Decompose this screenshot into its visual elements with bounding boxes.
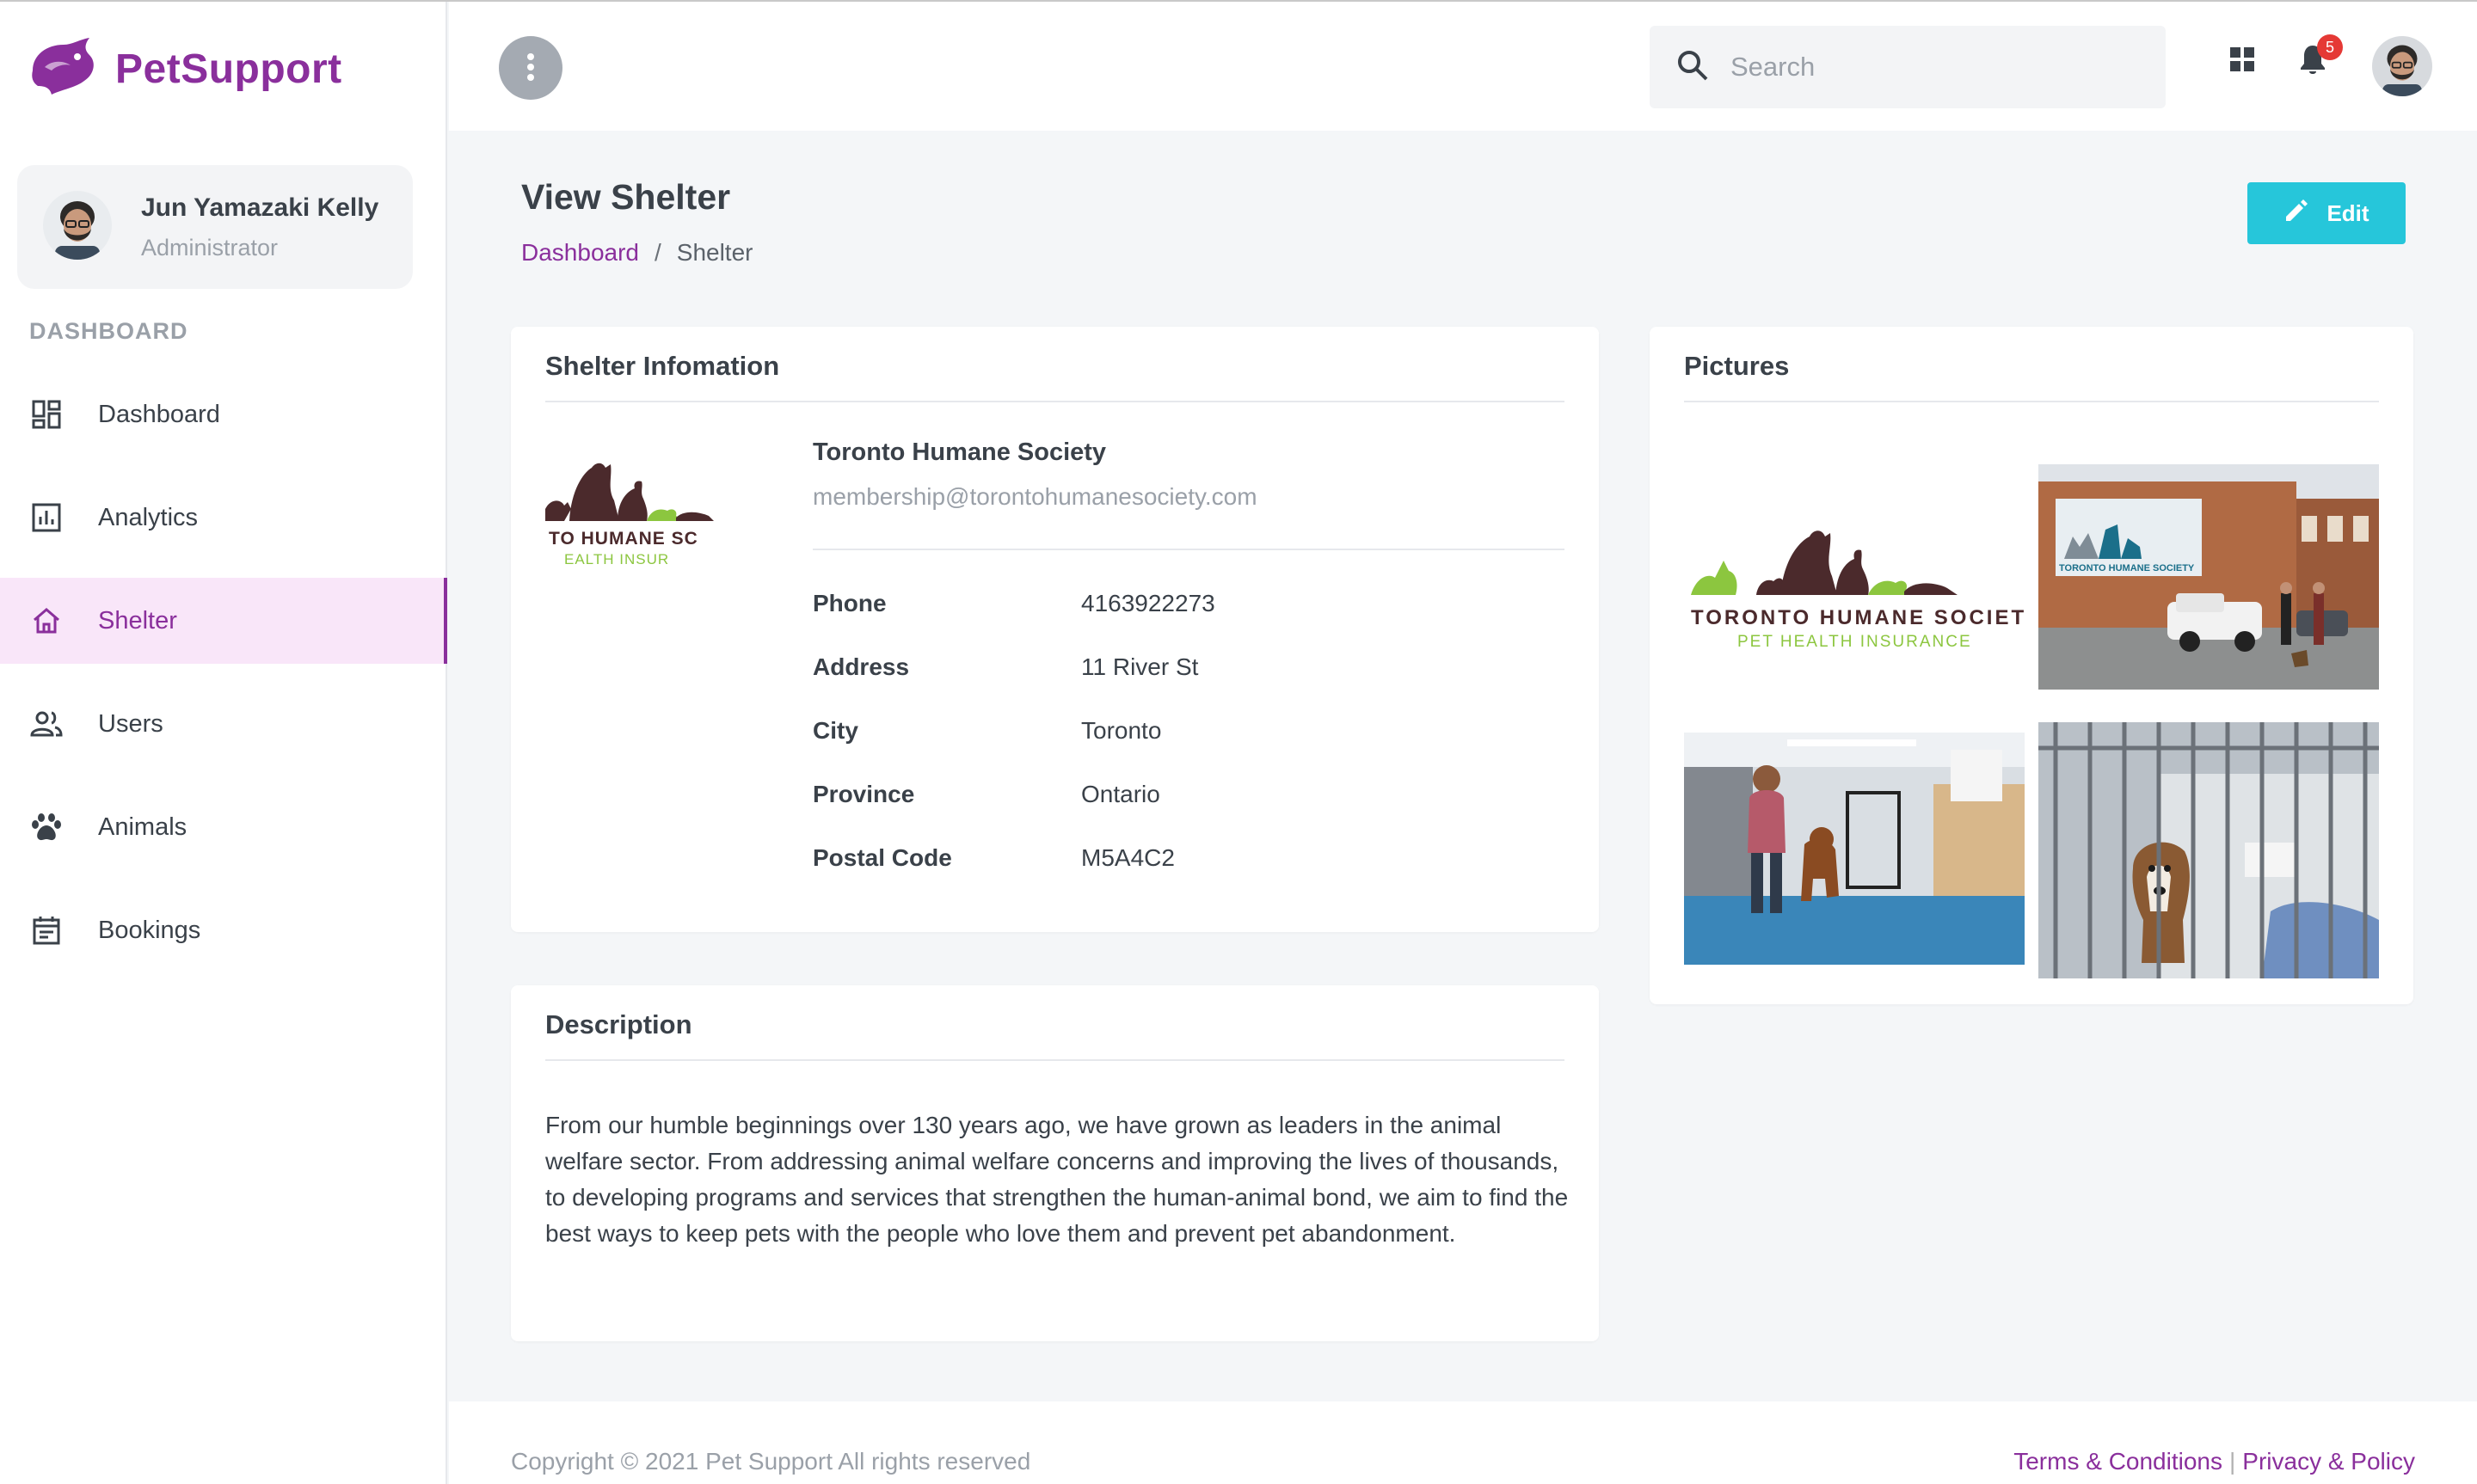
users-icon	[29, 707, 64, 741]
detail-row-postal-code: Postal Code M5A4C2	[813, 844, 1215, 908]
divider	[1684, 401, 2379, 402]
analytics-icon	[29, 500, 64, 535]
top-bar: 5	[449, 2, 2477, 131]
sidebar-item-bookings[interactable]: Bookings	[0, 879, 446, 982]
pictures-card: Pictures TORONTO HUMANE SOCIETY PET HEAL…	[1650, 327, 2413, 1004]
detail-row-city: City Toronto	[813, 717, 1215, 781]
sidebar-item-label: Bookings	[98, 916, 201, 944]
search-box[interactable]	[1650, 26, 2166, 108]
logo-text-line2: PET HEALTH INSURANCE	[1737, 633, 1972, 651]
avatar	[43, 190, 112, 264]
search-icon	[1675, 48, 1710, 87]
breadcrumb-separator: /	[654, 239, 661, 266]
bell-icon	[2298, 46, 2327, 79]
breadcrumb-current: Shelter	[676, 239, 753, 266]
user-name: Jun Yamazaki Kelly	[141, 193, 379, 222]
more-vertical-icon	[526, 52, 535, 84]
building-sign-text: TORONTO HUMANE SOCIETY	[2059, 563, 2195, 573]
breadcrumb-dashboard-link[interactable]: Dashboard	[521, 239, 639, 267]
copyright-text: Copyright © 2021 Pet Support All rights …	[511, 1448, 1031, 1475]
privacy-link[interactable]: Privacy & Policy	[2242, 1448, 2415, 1475]
terms-link[interactable]: Terms & Conditions	[2013, 1448, 2222, 1475]
user-profile-card[interactable]: Jun Yamazaki Kelly Administrator	[17, 165, 413, 289]
detail-value: Toronto	[1081, 717, 1162, 744]
user-avatar[interactable]	[2372, 36, 2432, 101]
detail-row-phone: Phone 4163922273	[813, 590, 1215, 653]
footer-links: Terms & Conditions | Privacy & Policy	[2013, 1448, 2415, 1475]
shelter-info-card: Shelter Infomation TO HUMANE SC EALTH IN…	[511, 327, 1599, 932]
shelter-details: Phone 4163922273 Address 11 River St Cit…	[813, 590, 1215, 908]
sidebar-item-label: Shelter	[98, 606, 177, 635]
sidebar-item-label: Analytics	[98, 503, 199, 531]
sidebar-item-dashboard[interactable]: Dashboard	[0, 363, 446, 466]
sidebar-section-title: DASHBOARD	[29, 318, 188, 344]
picture-building[interactable]: TORONTO HUMANE SOCIETY	[2038, 464, 2379, 690]
shelter-logo: TO HUMANE SC EALTH INSUR	[545, 438, 717, 567]
search-input[interactable]	[1730, 52, 2143, 83]
detail-row-address: Address 11 River St	[813, 653, 1215, 717]
shelter-email[interactable]: membership@torontohumanesociety.com	[813, 483, 1257, 511]
picture-dog-in-kennel[interactable]	[2038, 722, 2379, 978]
edit-button[interactable]: Edit	[2247, 182, 2406, 244]
detail-row-province: Province Ontario	[813, 781, 1215, 844]
detail-label: Address	[813, 653, 910, 680]
logo-text-line1: TORONTO HUMANE SOCIETY	[1691, 606, 2025, 629]
more-menu-button[interactable]	[499, 36, 562, 100]
picture-logo[interactable]: TORONTO HUMANE SOCIETY PET HEALTH INSURA…	[1684, 464, 2025, 688]
description-card: Description From our humble beginnings o…	[511, 985, 1599, 1341]
page-title: View Shelter	[521, 177, 731, 217]
detail-value: M5A4C2	[1081, 844, 1175, 871]
card-title: Description	[545, 1009, 692, 1039]
detail-label: Province	[813, 781, 915, 807]
footer: Copyright © 2021 Pet Support All rights …	[449, 1401, 2477, 1484]
sidebar-item-users[interactable]: Users	[0, 672, 446, 776]
detail-label: Postal Code	[813, 844, 952, 871]
divider	[545, 1059, 1564, 1061]
brand-name: PetSupport	[115, 46, 342, 92]
sidebar-nav: Dashboard Analytics Shelter Users Animal…	[0, 363, 447, 982]
card-title: Pictures	[1684, 351, 1790, 381]
logo-text-line2: EALTH INSUR	[564, 551, 669, 567]
sidebar-item-analytics[interactable]: Analytics	[0, 466, 446, 569]
card-title: Shelter Infomation	[545, 351, 780, 381]
calendar-icon	[29, 913, 64, 947]
shelter-name: Toronto Humane Society	[813, 438, 1107, 466]
paw-icon	[29, 810, 64, 844]
edit-button-label: Edit	[2326, 199, 2369, 226]
detail-label: Phone	[813, 590, 887, 616]
home-icon	[29, 604, 64, 638]
sidebar-item-label: Animals	[98, 813, 187, 841]
sidebar: PetSupport Jun Yamazaki Kelly Administra…	[0, 2, 447, 1484]
detail-value: 11 River St	[1081, 653, 1199, 680]
picture-woman-with-dog[interactable]	[1684, 733, 2025, 965]
brand[interactable]: PetSupport	[28, 36, 342, 102]
divider	[813, 549, 1564, 550]
detail-value: 4163922273	[1081, 590, 1215, 616]
sidebar-item-label: Dashboard	[98, 400, 220, 428]
footer-separator: |	[2229, 1448, 2236, 1475]
notifications-button[interactable]: 5	[2298, 34, 2343, 80]
logo-text-line1: TO HUMANE SC	[549, 529, 698, 549]
pencil-icon	[2283, 198, 2309, 230]
sidebar-item-shelter[interactable]: Shelter	[0, 578, 447, 664]
apps-grid-icon[interactable]	[2228, 45, 2257, 78]
breadcrumb: Dashboard / Shelter	[521, 239, 753, 267]
petsupport-logo-icon	[28, 36, 100, 102]
dashboard-icon	[29, 397, 64, 432]
detail-value: Ontario	[1081, 781, 1160, 807]
sidebar-item-animals[interactable]: Animals	[0, 776, 446, 879]
sidebar-item-label: Users	[98, 709, 163, 738]
detail-label: City	[813, 717, 858, 744]
description-text: From our humble beginnings over 130 year…	[545, 1112, 1569, 1247]
notification-badge: 5	[2317, 34, 2343, 60]
divider	[545, 401, 1564, 402]
user-role: Administrator	[141, 234, 279, 261]
